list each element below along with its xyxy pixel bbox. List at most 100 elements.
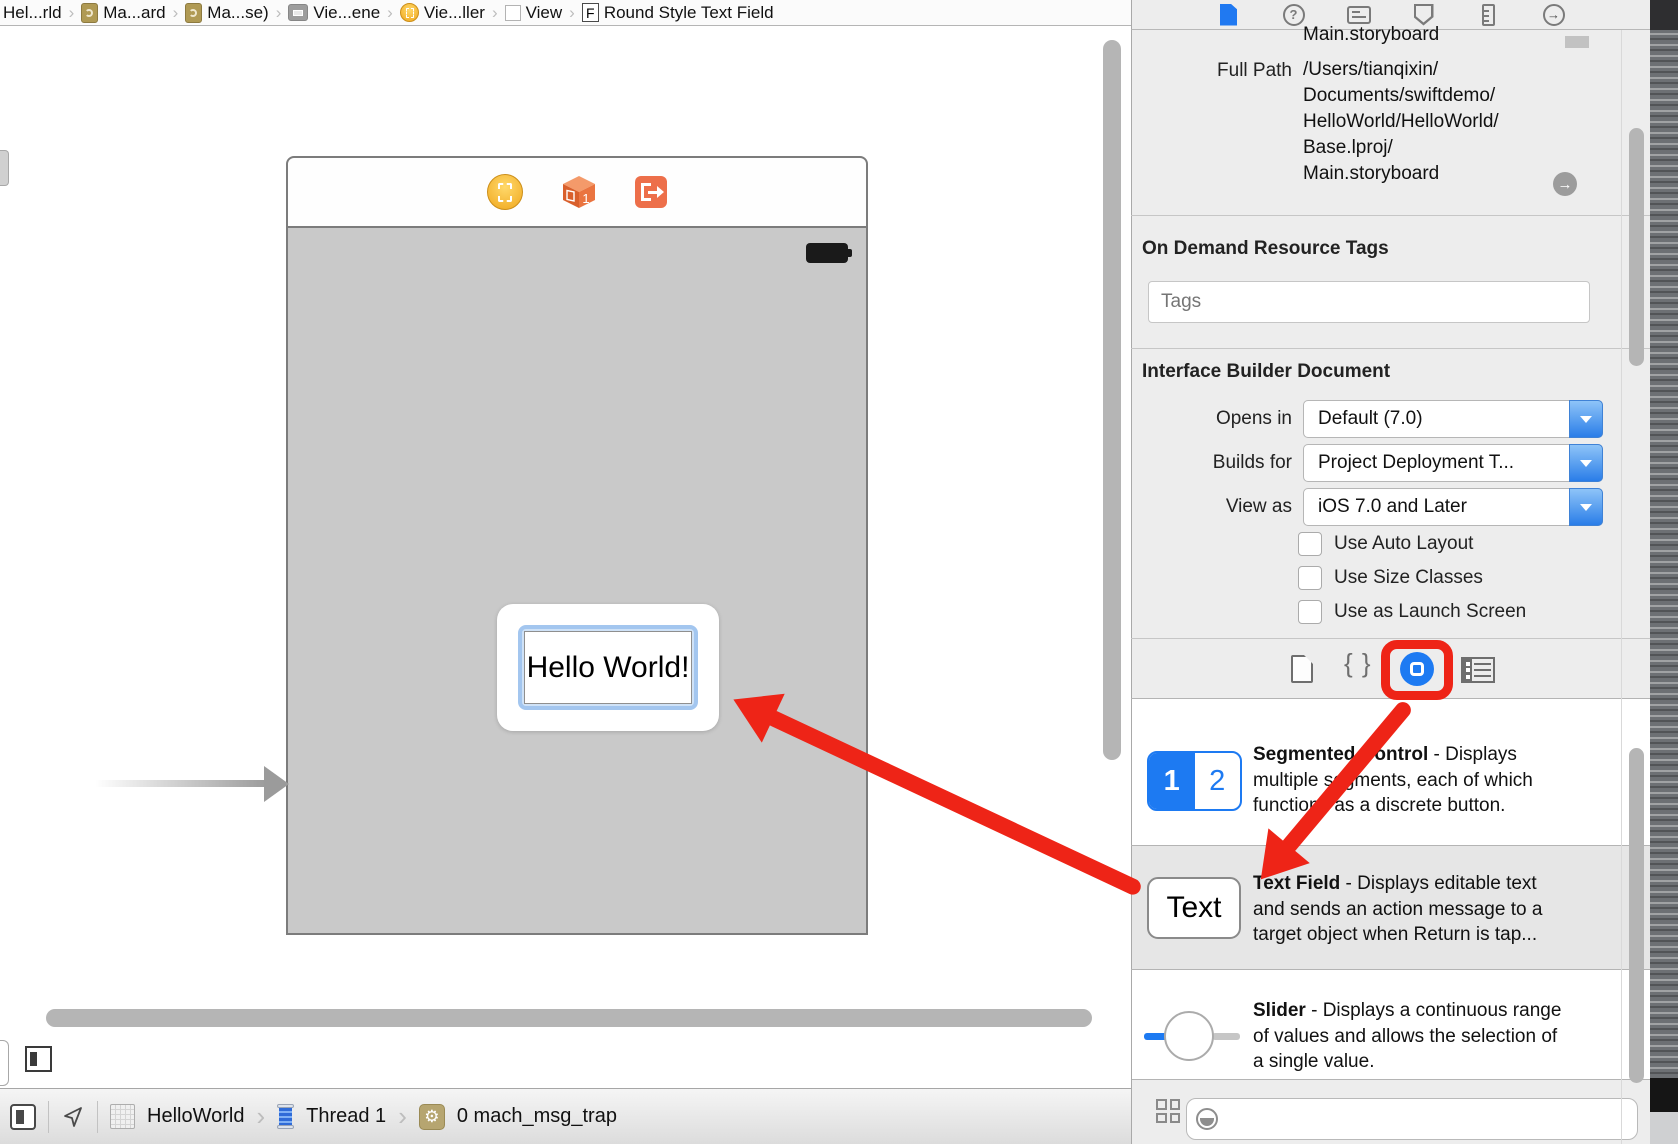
row-divider — [1131, 845, 1650, 846]
segmented-control-description: Segmented Control - Displays multiple se… — [1253, 742, 1571, 819]
media-library-tab[interactable] — [1461, 657, 1495, 683]
use-size-classes-label: Use Size Classes — [1334, 567, 1483, 589]
exit-segue-icon[interactable] — [635, 176, 667, 208]
document-outline-toggle[interactable] — [25, 1046, 52, 1072]
size-inspector-tab[interactable] — [1476, 2, 1502, 28]
breadcrumb-label: View — [526, 3, 563, 23]
file-inspector-tab[interactable] — [1216, 2, 1242, 28]
connections-inspector-tab[interactable]: → — [1541, 2, 1567, 28]
hello-world-text-field[interactable]: Hello World! — [524, 631, 692, 704]
dropdown-cap — [1569, 400, 1603, 438]
breadcrumb-item-scene[interactable]: Vie...ene — [288, 3, 380, 23]
ib-document-header: Interface Builder Document — [1142, 361, 1390, 383]
view-as-dropdown[interactable]: iOS 7.0 and Later — [1303, 488, 1603, 526]
arrow-right-icon: → — [1558, 176, 1573, 193]
view-canvas[interactable] — [286, 228, 868, 935]
chevron-right-icon: › — [492, 3, 498, 23]
use-as-launch-screen-label: Use as Launch Screen — [1334, 601, 1526, 623]
braces-icon: { } — [1344, 648, 1372, 678]
chevron-right-icon: › — [569, 3, 575, 23]
dropdown-cap — [1569, 444, 1603, 482]
breadcrumb-label: Ma...se) — [207, 3, 268, 23]
text-field-focus-ring: Hello World! — [518, 625, 698, 710]
full-path-value: /Users/tianqixin/ Documents/swiftdemo/ H… — [1303, 57, 1595, 187]
breadcrumb-item-project[interactable]: Hel...rld — [3, 3, 62, 23]
view-controller-icon[interactable] — [487, 174, 523, 210]
dropdown-cap — [1569, 488, 1603, 526]
use-size-classes-checkbox[interactable] — [1298, 566, 1322, 590]
use-as-launch-screen-checkbox[interactable] — [1298, 600, 1322, 624]
path-line: /Users/tianqixin/ — [1303, 57, 1595, 83]
tags-input[interactable] — [1148, 281, 1590, 323]
path-line: Documents/swiftdemo/ — [1303, 83, 1595, 109]
segment-1: 1 — [1149, 753, 1195, 809]
text-field-icon: Text — [1147, 877, 1241, 939]
inspector-scrollbar[interactable] — [1629, 128, 1644, 366]
hide-debug-area-button[interactable] — [10, 1104, 36, 1130]
editor-jump-bar: Hel...rld › Ma...ard › Ma...se) › Vie...… — [0, 0, 1131, 26]
section-divider — [1131, 215, 1650, 216]
debug-thread-label[interactable]: Thread 1 — [306, 1105, 386, 1128]
view-controller-scene[interactable]: 1 — [286, 156, 868, 935]
outline-toggle-glyph — [30, 1052, 37, 1066]
debug-frame-label[interactable]: 0 mach_msg_trap — [457, 1105, 617, 1128]
chevron-right-icon: › — [173, 3, 179, 23]
breadcrumb-item-text-field[interactable]: FRound Style Text Field — [582, 3, 774, 23]
use-auto-layout-label: Use Auto Layout — [1334, 533, 1473, 555]
library-filter-field[interactable] — [1186, 1098, 1638, 1140]
breadcrumb-label: Vie...ene — [313, 3, 380, 23]
editor-horizontal-scrollbar[interactable] — [46, 1009, 1092, 1027]
app-icon — [110, 1104, 135, 1129]
storyboard-entry-arrow — [95, 780, 267, 787]
chevron-down-icon — [1580, 416, 1592, 423]
connections-inspector-icon: → — [1543, 4, 1565, 26]
debug-target-label[interactable]: HelloWorld — [147, 1105, 244, 1128]
breadcrumb-item-storyboard[interactable]: Ma...ard — [81, 3, 165, 23]
path-line: Main.storyboard — [1303, 161, 1595, 187]
grid-view-toggle[interactable] — [1156, 1099, 1180, 1123]
scene-header: 1 — [286, 156, 868, 228]
selected-control-card[interactable]: Hello World! — [497, 604, 719, 731]
row-divider — [1131, 969, 1650, 970]
canvas-edge-tab[interactable] — [0, 1040, 9, 1086]
opens-in-dropdown[interactable]: Default (7.0) — [1303, 400, 1603, 438]
slider-track-empty — [1212, 1033, 1240, 1040]
segment-2: 2 — [1195, 753, 1241, 809]
breadcrumb-item-storyboard-base[interactable]: Ma...se) — [185, 3, 268, 23]
editor-vertical-scrollbar[interactable] — [1103, 40, 1121, 760]
first-responder-icon[interactable]: 1 — [560, 174, 598, 210]
quick-help-icon: ? — [1283, 4, 1305, 26]
breadcrumb-item-view[interactable]: View — [505, 3, 563, 23]
item-name: Segmented Control — [1253, 744, 1428, 765]
navigator-edge-tab[interactable] — [0, 150, 9, 186]
breadcrumb-label: Round Style Text Field — [604, 3, 774, 23]
storyboard-doc-icon — [81, 3, 98, 23]
full-path-label: Full Path — [1140, 60, 1292, 82]
chevron-right-icon: › — [387, 3, 393, 23]
section-divider — [1131, 638, 1650, 639]
attributes-inspector-icon — [1414, 4, 1434, 26]
slider-description: Slider - Displays a continuous range of … — [1253, 998, 1571, 1075]
battery-tip — [848, 249, 852, 257]
code-snippet-library-tab[interactable]: { } — [1344, 648, 1372, 679]
breadcrumb-label: Hel...rld — [3, 3, 62, 23]
chevron-right-icon: › — [256, 1101, 265, 1132]
builds-for-dropdown[interactable]: Project Deployment T... — [1303, 444, 1603, 482]
file-template-library-tab[interactable] — [1291, 655, 1313, 683]
simulate-location-button[interactable] — [61, 1105, 85, 1129]
stack-frame-icon: ⚙ — [419, 1104, 445, 1130]
reveal-in-finder-button[interactable]: → — [1553, 172, 1577, 196]
view-controller-icon — [400, 3, 419, 22]
item-name: Slider — [1253, 1000, 1306, 1021]
strip-top — [1650, 0, 1678, 30]
scrollbar-thumb-sliver[interactable] — [1565, 36, 1589, 48]
use-auto-layout-checkbox[interactable] — [1298, 532, 1322, 556]
media-library-icon — [1461, 657, 1495, 683]
path-line: Base.lproj/ — [1303, 135, 1595, 161]
slider-knob-icon — [1164, 1011, 1214, 1061]
svg-text:1: 1 — [582, 191, 589, 206]
library-scrollbar[interactable] — [1629, 748, 1644, 1083]
gear-icon: ⚙ — [424, 1107, 439, 1127]
file-inspector-icon — [1220, 4, 1237, 26]
breadcrumb-item-view-controller[interactable]: Vie...ller — [400, 3, 485, 23]
